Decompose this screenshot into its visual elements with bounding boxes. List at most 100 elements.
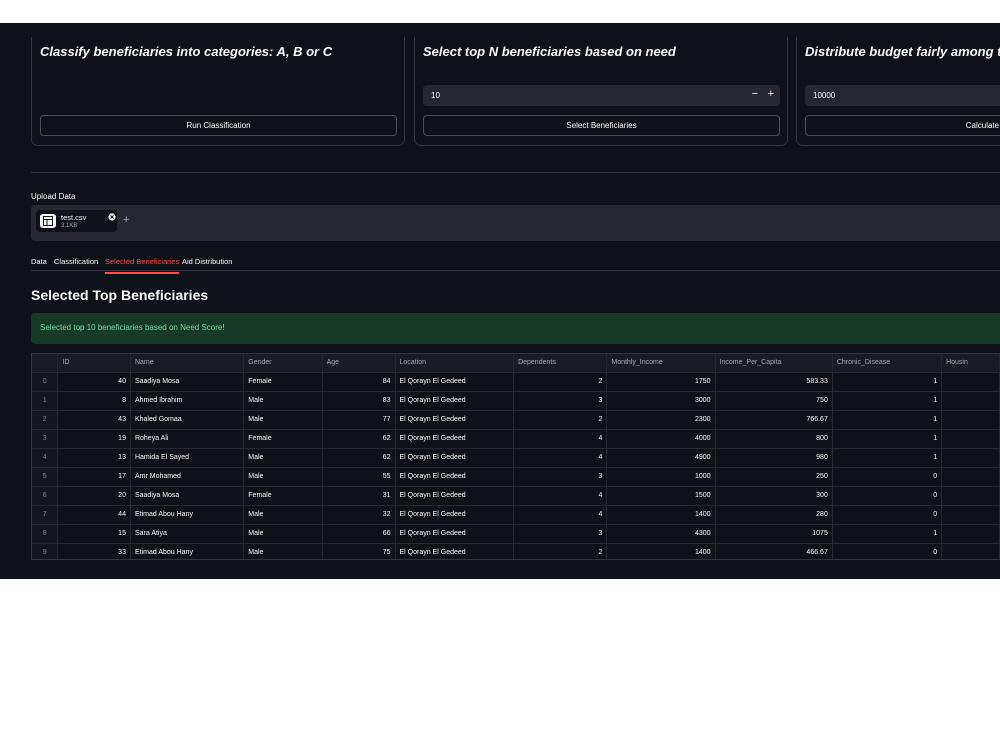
table-cell[interactable]: 0 — [832, 543, 943, 559]
table-cell[interactable]: 0 — [832, 486, 943, 506]
table-cell[interactable] — [941, 467, 1000, 487]
table-cell[interactable]: 4 — [513, 429, 608, 449]
row-index[interactable]: 3 — [32, 429, 59, 449]
table-cell[interactable]: Female — [243, 372, 323, 392]
table-cell[interactable]: El Qorayn El Gedeed — [395, 505, 515, 525]
table-cell[interactable] — [941, 448, 1000, 468]
tab-data[interactable]: Data — [31, 257, 47, 272]
table-cell[interactable]: Amr Mohamed — [130, 467, 245, 487]
table-cell[interactable]: 4 — [513, 505, 608, 525]
column-header[interactable]: Gender — [243, 354, 323, 373]
table-cell[interactable]: El Qorayn El Gedeed — [395, 448, 515, 468]
table-cell[interactable]: 32 — [322, 505, 396, 525]
table-cell[interactable]: Male — [243, 410, 323, 430]
table-cell[interactable] — [941, 391, 1000, 411]
table-cell[interactable]: Female — [243, 429, 323, 449]
table-cell[interactable]: Female — [243, 486, 323, 506]
row-index[interactable]: 7 — [32, 505, 59, 525]
table-cell[interactable] — [941, 543, 1000, 559]
column-header[interactable]: Location — [395, 354, 515, 373]
table-row[interactable]: 1 8 Ahmed Ibrahim Male 83 El Qorayn El Gedeed… — [32, 391, 1000, 411]
row-index[interactable]: 5 — [32, 467, 59, 487]
table-cell[interactable]: 3 — [513, 524, 608, 544]
table-cell[interactable]: 84 — [322, 372, 396, 392]
table-cell[interactable] — [941, 410, 1000, 430]
table-cell[interactable]: 583.33 — [715, 372, 833, 392]
table-cell[interactable]: El Qorayn El Gedeed — [395, 429, 515, 449]
table-cell[interactable]: El Qorayn El Gedeed — [395, 486, 515, 506]
run-classification-button[interactable]: Run Classification — [40, 115, 397, 136]
table-cell[interactable]: 0 — [832, 505, 943, 525]
row-index[interactable]: 4 — [32, 448, 59, 468]
table-cell[interactable]: Male — [243, 543, 323, 559]
table-cell[interactable]: 1075 — [715, 524, 833, 544]
table-cell[interactable]: 62 — [322, 448, 396, 468]
table-cell[interactable]: Etimad Abou Hany — [130, 543, 245, 559]
table-cell[interactable]: 33 — [57, 543, 131, 559]
row-index[interactable]: 6 — [32, 486, 59, 506]
table-cell[interactable] — [941, 505, 1000, 525]
column-header[interactable]: Name — [130, 354, 245, 373]
table-cell[interactable]: 43 — [57, 410, 131, 430]
table-cell[interactable]: 1400 — [606, 505, 716, 525]
decrement-button[interactable]: − — [752, 89, 758, 100]
table-cell[interactable]: 4900 — [606, 448, 716, 468]
table-cell[interactable] — [941, 524, 1000, 544]
row-index[interactable]: 1 — [32, 391, 59, 411]
table-cell[interactable]: El Qorayn El Gedeed — [395, 391, 515, 411]
table-cell[interactable]: 2 — [513, 543, 608, 559]
column-header[interactable]: ID — [57, 354, 131, 373]
table-cell[interactable]: 300 — [715, 486, 833, 506]
table-cell[interactable]: El Qorayn El Gedeed — [395, 524, 515, 544]
table-row[interactable]: 6 20 Saadiya Mosa Female 31 El Qorayn El Gede… — [32, 486, 1000, 506]
table-cell[interactable]: 800 — [715, 429, 833, 449]
table-cell[interactable]: 83 — [322, 391, 396, 411]
column-header[interactable]: Age — [322, 354, 396, 373]
row-index[interactable]: 0 — [32, 372, 59, 392]
table-cell[interactable]: El Qorayn El Gedeed — [395, 467, 515, 487]
table-cell[interactable]: 2300 — [606, 410, 716, 430]
table-row[interactable]: 2 43 Khaled Gomaa Male 77 El Qorayn El Gedeed… — [32, 410, 1000, 430]
add-file-button[interactable]: + — [123, 214, 129, 226]
column-header[interactable]: Dependents — [513, 354, 608, 373]
table-cell[interactable]: Male — [243, 467, 323, 487]
table-cell[interactable]: Saadiya Mosa — [130, 486, 245, 506]
table-cell[interactable]: 17 — [57, 467, 131, 487]
top-n-input[interactable]: 10 − + — [423, 85, 780, 106]
table-cell[interactable]: 0 — [832, 467, 943, 487]
table-cell[interactable]: 55 — [322, 467, 396, 487]
table-cell[interactable]: 40 — [57, 372, 131, 392]
table-row[interactable]: 9 33 Etimad Abou Hany Male 75 El Qorayn El Ge… — [32, 543, 1000, 559]
table-cell[interactable]: 1 — [832, 429, 943, 449]
table-cell[interactable]: 1 — [832, 410, 943, 430]
table-row[interactable]: 7 44 Etimad Abou Hany Male 32 El Qorayn El Ge… — [32, 505, 1000, 525]
table-cell[interactable]: 3000 — [606, 391, 716, 411]
table-cell[interactable]: 1 — [832, 372, 943, 392]
table-cell[interactable]: 1400 — [606, 543, 716, 559]
table-cell[interactable]: Male — [243, 391, 323, 411]
table-cell[interactable]: 980 — [715, 448, 833, 468]
table-cell[interactable]: 62 — [322, 429, 396, 449]
table-cell[interactable]: 4300 — [606, 524, 716, 544]
table-cell[interactable]: 280 — [715, 505, 833, 525]
table-cell[interactable]: 4000 — [606, 429, 716, 449]
table-row[interactable]: 4 13 Hamida El Sayed Male 62 El Qorayn El Ged… — [32, 448, 1000, 468]
table-cell[interactable]: Hamida El Sayed — [130, 448, 245, 468]
file-upload-zone[interactable]: test.csv 3.1KB + — [31, 205, 1000, 241]
table-cell[interactable]: 1 — [832, 391, 943, 411]
column-header[interactable]: Housin — [941, 354, 1000, 373]
table-cell[interactable]: 466.67 — [715, 543, 833, 559]
table-cell[interactable]: 1500 — [606, 486, 716, 506]
column-header[interactable]: Chronic_Disease — [832, 354, 943, 373]
table-cell[interactable]: 31 — [322, 486, 396, 506]
calculate-distribution-button[interactable]: Calculate Distrib — [805, 115, 1000, 136]
table-cell[interactable]: 4 — [513, 486, 608, 506]
table-row[interactable]: 0 40 Saadiya Mosa Female 84 El Qorayn El Gede… — [32, 372, 1000, 392]
increment-button[interactable]: + — [768, 89, 774, 100]
table-cell[interactable]: Male — [243, 448, 323, 468]
select-beneficiaries-button[interactable]: Select Beneficiaries — [423, 115, 780, 136]
table-cell[interactable]: 1 — [832, 524, 943, 544]
table-cell[interactable] — [941, 429, 1000, 449]
table-cell[interactable]: 15 — [57, 524, 131, 544]
column-header[interactable]: Income_Per_Capita — [715, 354, 833, 373]
